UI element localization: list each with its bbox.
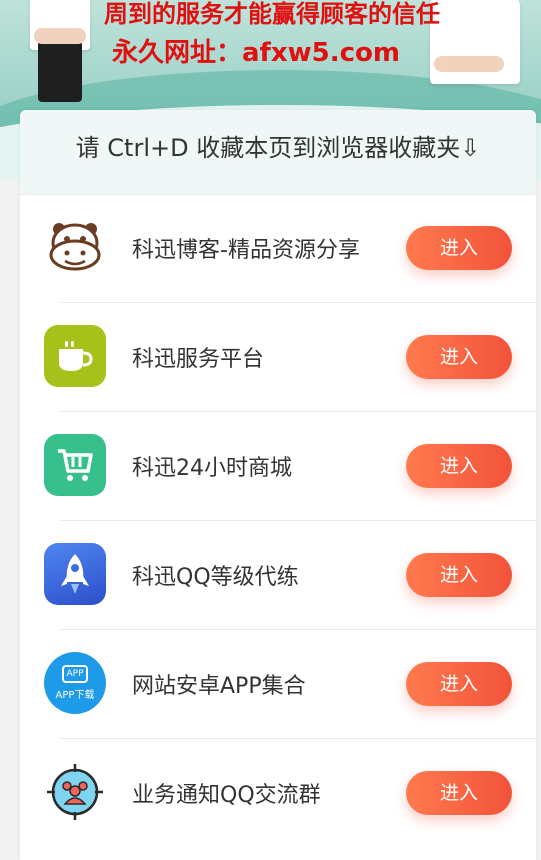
enter-button[interactable]: 进入 (406, 335, 512, 379)
item-label: 科迅服务平台 (132, 347, 265, 372)
enter-button[interactable]: 进入 (406, 553, 512, 597)
item-label: 科迅QQ等级代练 (132, 565, 299, 590)
link-list-card: 请 Ctrl+D 收藏本页到浏览器收藏夹⇩ 科迅博客-精品资源分享 进入 科迅服… (20, 110, 536, 860)
list-item[interactable]: 科迅24小时商城 进入 (20, 412, 536, 521)
staff-photo-left (20, 0, 100, 120)
bookmark-notice-text: 请 Ctrl+D 收藏本页到浏览器收藏夹⇩ (75, 134, 481, 162)
list-item[interactable]: 业务通知QQ交流群 进入 (20, 739, 536, 848)
app-download-icon: APP APP下载 (44, 652, 106, 714)
app-badge: APP (62, 665, 88, 683)
item-label: 科迅24小时商城 (132, 456, 292, 481)
item-label: 业务通知QQ交流群 (132, 783, 321, 808)
hippo-icon (44, 216, 106, 278)
list-item[interactable]: APP APP下载 网站安卓APP集合 进入 (20, 630, 536, 739)
banner-url: 永久网址：afxw5.com (112, 38, 400, 68)
list-item[interactable]: 科迅QQ等级代练 进入 (20, 521, 536, 630)
banner-slogan: 周到的服务才能赢得顾客的信任 (104, 0, 440, 28)
item-label: 网站安卓APP集合 (132, 674, 306, 699)
enter-button[interactable]: 进入 (406, 226, 512, 270)
list-item[interactable]: 科迅博客-精品资源分享 进入 (20, 194, 536, 303)
rocket-icon (44, 543, 106, 605)
enter-button[interactable]: 进入 (406, 771, 512, 815)
app-download-text: APP下载 (55, 690, 95, 701)
enter-button[interactable]: 进入 (406, 662, 512, 706)
item-label: 科迅博客-精品资源分享 (132, 238, 360, 263)
bookmark-notice: 请 Ctrl+D 收藏本页到浏览器收藏夹⇩ (20, 110, 536, 195)
enter-button[interactable]: 进入 (406, 444, 512, 488)
shopping-cart-icon (44, 434, 106, 496)
list-item[interactable]: 科迅服务平台 进入 (20, 303, 536, 412)
group-users-icon (44, 761, 106, 823)
coffee-cup-icon (44, 325, 106, 387)
